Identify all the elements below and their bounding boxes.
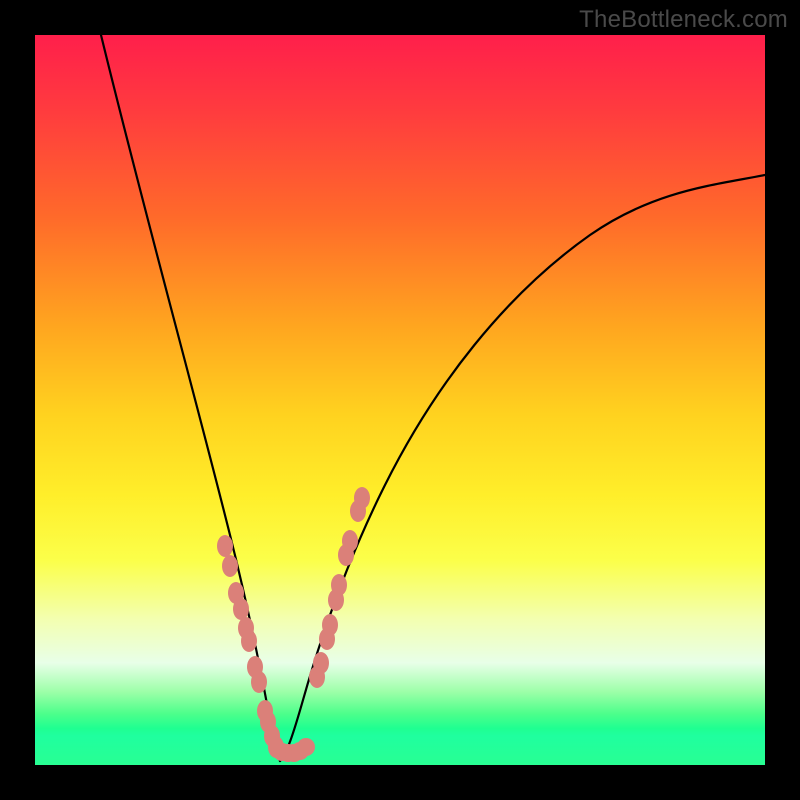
marker-dot bbox=[233, 598, 249, 620]
curve-right-branch bbox=[280, 175, 765, 761]
marker-dot bbox=[322, 614, 338, 636]
marker-dot bbox=[313, 652, 329, 674]
marker-dot bbox=[222, 555, 238, 577]
curve-left-branch bbox=[101, 35, 280, 761]
marker-group bbox=[217, 487, 370, 762]
marker-dot bbox=[331, 574, 347, 596]
marker-dot bbox=[354, 487, 370, 509]
marker-dot bbox=[297, 738, 315, 756]
marker-dot bbox=[217, 535, 233, 557]
marker-dot bbox=[241, 630, 257, 652]
watermark-text: TheBottleneck.com bbox=[579, 6, 788, 34]
marker-dot bbox=[251, 671, 267, 693]
outer-frame: TheBottleneck.com bbox=[0, 0, 800, 800]
marker-dot bbox=[342, 530, 358, 552]
bottleneck-curve-svg bbox=[35, 35, 765, 765]
plot-area bbox=[35, 35, 765, 765]
